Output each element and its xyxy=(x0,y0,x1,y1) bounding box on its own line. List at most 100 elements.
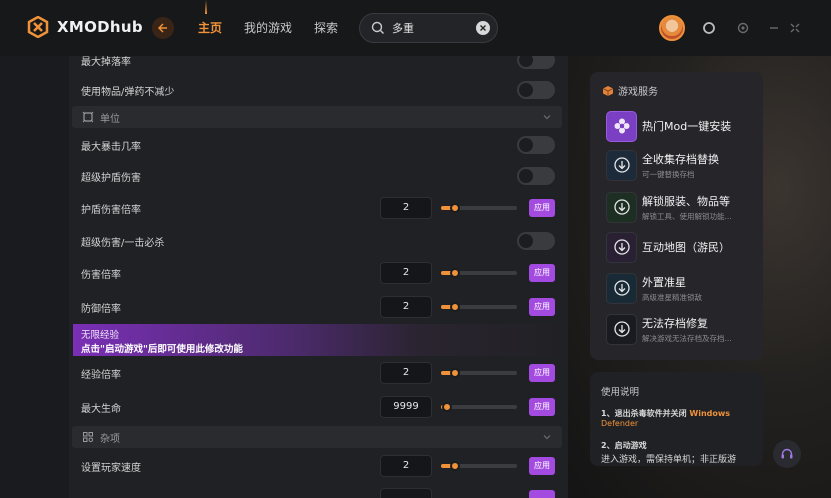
apply-button[interactable]: 应用 xyxy=(529,398,555,416)
apply-button[interactable]: 应用 xyxy=(529,364,555,382)
xmod-logo-icon xyxy=(27,15,49,39)
value-input[interactable] xyxy=(380,488,432,498)
service-item[interactable]: 无法存档修复 解决游戏无法存档及存档... xyxy=(606,312,756,346)
option-label: 超级护盾伤害 xyxy=(81,172,141,184)
value-slider[interactable] xyxy=(441,402,517,412)
chevron-down-icon xyxy=(543,115,551,120)
option-toggle[interactable] xyxy=(517,232,555,250)
apply-button[interactable]: 应用 xyxy=(529,457,555,475)
service-title: 互动地图（游民） xyxy=(642,241,730,254)
download-icon xyxy=(606,191,637,223)
services-title: 游戏服务 xyxy=(618,87,658,98)
grid-icon xyxy=(83,432,94,443)
value-input[interactable]: 2 xyxy=(380,296,432,318)
service-title: 全收集存档替换 xyxy=(642,152,719,166)
download-icon xyxy=(606,272,637,304)
download-icon xyxy=(606,231,637,263)
service-title: 外置准星 xyxy=(642,275,686,289)
option-label: 伤害倍率 xyxy=(81,269,121,281)
instruction-step-2-text: 进入游戏，需保持单机；非正版游 xyxy=(601,455,737,465)
option-toggle[interactable] xyxy=(517,81,555,99)
apply-button[interactable] xyxy=(529,490,555,498)
step-1-accent-2: Defender xyxy=(601,419,639,428)
slider-knob[interactable] xyxy=(450,268,460,278)
value-input[interactable]: 2 xyxy=(380,455,432,477)
value-input[interactable]: 2 xyxy=(380,197,432,219)
tab-explore[interactable]: 探索 xyxy=(314,19,338,36)
value-slider[interactable] xyxy=(441,268,517,278)
slider-knob[interactable] xyxy=(450,302,460,312)
headset-icon xyxy=(781,448,793,459)
service-item[interactable]: 热门Mod一键安装 xyxy=(606,109,756,143)
unit-icon xyxy=(82,111,94,123)
apply-button[interactable]: 应用 xyxy=(529,298,555,316)
apply-button[interactable]: 应用 xyxy=(529,199,555,217)
service-item[interactable]: 全收集存档替换 可一键替换存档 xyxy=(606,148,756,182)
close-window-icon[interactable] xyxy=(787,20,803,36)
option-row: 使用物品/弹药不减少 xyxy=(69,75,568,105)
section-header-unit[interactable]: 单位 xyxy=(72,106,562,128)
option-row-partial xyxy=(69,484,568,498)
active-tab-indicator xyxy=(205,0,207,14)
mod-flower-icon xyxy=(606,110,637,142)
section-header-misc[interactable]: 杂项 xyxy=(72,426,562,448)
option-row: 伤害倍率 2 应用 xyxy=(69,258,568,288)
option-label: 最大掉落率 xyxy=(81,56,131,68)
value-slider[interactable] xyxy=(441,203,517,213)
option-row: 超级护盾伤害 xyxy=(69,161,568,191)
section-label: 杂项 xyxy=(100,433,120,445)
service-item[interactable]: 外置准星 高级准星精准锁敌 xyxy=(606,271,756,305)
value-slider[interactable] xyxy=(441,461,517,471)
apply-button[interactable]: 应用 xyxy=(529,264,555,282)
chevron-down-icon xyxy=(543,435,551,440)
option-toggle[interactable] xyxy=(517,167,555,185)
value-input[interactable]: 2 xyxy=(380,262,432,284)
option-row: 防御倍率 2 应用 xyxy=(69,292,568,322)
service-subtitle: 高级准星精准锁敌 xyxy=(642,292,702,302)
slider-knob[interactable] xyxy=(442,402,452,412)
tab-home[interactable]: 主页 xyxy=(198,0,222,36)
option-label: 超级伤害/一击必杀 xyxy=(81,237,165,249)
notification-icon[interactable] xyxy=(701,20,717,36)
settings-icon[interactable] xyxy=(735,20,751,36)
download-icon xyxy=(606,149,637,181)
option-row: 经验倍率 2 应用 xyxy=(69,358,568,388)
option-row: 超级伤害/一击必杀 xyxy=(69,226,568,256)
step-1-text: 1、退出杀毒软件并关闭 xyxy=(601,409,687,418)
service-item[interactable]: 解锁服装、物品等 解锁工具、使用解锁功能... xyxy=(606,190,756,224)
app-window: XMODhub 主页 我的游戏 探索 多重 最大掉落率 使用物品/弹药不减少 单… xyxy=(0,0,831,498)
slider-knob[interactable] xyxy=(450,368,460,378)
search-box[interactable] xyxy=(359,13,498,43)
value-input[interactable]: 2 xyxy=(380,362,432,384)
minimize-icon[interactable] xyxy=(766,20,782,36)
slider-knob[interactable] xyxy=(450,461,460,471)
option-label: 经验倍率 xyxy=(81,369,121,381)
service-subtitle: 可一键替换存档 xyxy=(642,169,695,179)
option-row: 设置玩家速度 2 应用 xyxy=(69,451,568,481)
customer-support-button[interactable] xyxy=(773,440,801,468)
search-input[interactable] xyxy=(392,21,472,35)
game-services-card: 游戏服务 热门Mod一键安装 全收集存档替换 可一键替换存档 解锁服装、物品等 … xyxy=(590,72,763,360)
option-row: 最大生命 9999 应用 xyxy=(69,392,568,422)
download-icon xyxy=(606,313,637,345)
value-slider[interactable] xyxy=(441,368,517,378)
cheat-options-panel: 最大掉落率 使用物品/弹药不减少 单位 最大暴击几率 超级护盾伤害 护盾伤害倍率… xyxy=(69,56,568,498)
option-toggle[interactable] xyxy=(517,136,555,154)
app-name: XMODhub xyxy=(57,18,143,36)
top-bar: XMODhub 主页 我的游戏 探索 xyxy=(0,0,831,56)
option-label: 使用物品/弹药不减少 xyxy=(81,86,175,98)
option-row: 最大掉落率 xyxy=(69,56,568,75)
option-row: 护盾伤害倍率 2 应用 xyxy=(69,193,568,223)
search-icon xyxy=(371,21,384,34)
value-slider[interactable] xyxy=(441,302,517,312)
close-icon xyxy=(480,25,486,31)
slider-knob[interactable] xyxy=(450,203,460,213)
tab-my-games[interactable]: 我的游戏 xyxy=(244,19,292,36)
value-input[interactable]: 9999 xyxy=(380,396,432,418)
back-button[interactable] xyxy=(152,17,174,39)
service-item[interactable]: 互动地图（游民） xyxy=(606,230,756,264)
clear-search-button[interactable] xyxy=(476,21,490,35)
avatar[interactable] xyxy=(659,15,685,41)
option-toggle[interactable] xyxy=(517,56,555,69)
app-logo[interactable]: XMODhub xyxy=(27,15,143,39)
